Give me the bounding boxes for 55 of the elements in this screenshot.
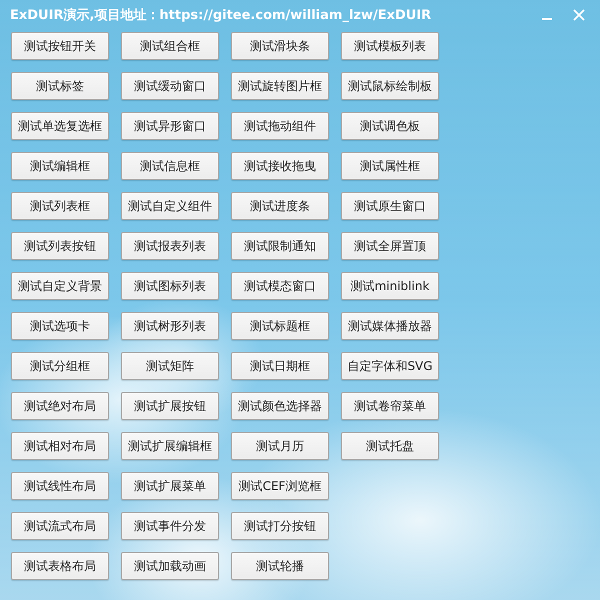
demo-button[interactable]: 测试流式布局 [11, 512, 109, 540]
demo-button[interactable]: 测试标签 [11, 72, 109, 100]
demo-button[interactable]: 测试自定义组件 [121, 192, 219, 220]
demo-button[interactable]: 测试选项卡 [11, 312, 109, 340]
window-title: ExDUIR演示,项目地址：https://gitee.com/william_lzw/ExDUIR [10, 6, 432, 24]
demo-button[interactable]: 测试接收拖曳 [231, 152, 329, 180]
demo-button[interactable]: 测试表格布局 [11, 552, 109, 580]
demo-button[interactable]: 测试事件分发 [121, 512, 219, 540]
demo-button[interactable]: 自定字体和SVG [341, 352, 439, 380]
demo-button[interactable]: 测试编辑框 [11, 152, 109, 180]
demo-button[interactable]: 测试信息框 [121, 152, 219, 180]
demo-button[interactable]: 测试图标列表 [121, 272, 219, 300]
demo-button[interactable]: 测试加载动画 [121, 552, 219, 580]
demo-button[interactable]: 测试颜色选择器 [231, 392, 329, 420]
demo-button[interactable]: 测试属性框 [341, 152, 439, 180]
demo-button[interactable]: 测试卷帘菜单 [341, 392, 439, 420]
demo-button[interactable]: 测试列表按钮 [11, 232, 109, 260]
demo-button[interactable]: 测试列表框 [11, 192, 109, 220]
demo-button[interactable]: 测试标题框 [231, 312, 329, 340]
demo-button[interactable]: 测试原生窗口 [341, 192, 439, 220]
demo-button[interactable]: 测试miniblink [341, 272, 439, 300]
demo-button[interactable]: 测试分组框 [11, 352, 109, 380]
demo-button[interactable]: 测试拖动组件 [231, 112, 329, 140]
demo-button[interactable]: 测试树形列表 [121, 312, 219, 340]
demo-button[interactable]: 测试扩展按钮 [121, 392, 219, 420]
demo-button[interactable]: 测试模态窗口 [231, 272, 329, 300]
demo-button[interactable]: 测试媒体播放器 [341, 312, 439, 340]
demo-button[interactable]: 测试旋转图片框 [231, 72, 329, 100]
demo-button[interactable]: 测试模板列表 [341, 32, 439, 60]
demo-button[interactable]: 测试日期框 [231, 352, 329, 380]
demo-button[interactable]: 测试打分按钮 [231, 512, 329, 540]
demo-button[interactable]: 测试滑块条 [231, 32, 329, 60]
close-icon[interactable] [572, 8, 586, 22]
demo-button[interactable]: 测试自定义背景 [11, 272, 109, 300]
demo-button[interactable]: 测试扩展编辑框 [121, 432, 219, 460]
demo-button[interactable]: 测试托盘 [341, 432, 439, 460]
demo-button[interactable]: 测试绝对布局 [11, 392, 109, 420]
demo-button[interactable]: 测试调色板 [341, 112, 439, 140]
demo-button[interactable]: 测试扩展菜单 [121, 472, 219, 500]
demo-button[interactable]: 测试全屏置顶 [341, 232, 439, 260]
demo-button[interactable]: 测试线性布局 [11, 472, 109, 500]
demo-button[interactable]: 测试CEF浏览框 [231, 472, 329, 500]
demo-button[interactable]: 测试报表列表 [121, 232, 219, 260]
demo-button[interactable]: 测试相对布局 [11, 432, 109, 460]
demo-button[interactable]: 测试异形窗口 [121, 112, 219, 140]
demo-button[interactable]: 测试矩阵 [121, 352, 219, 380]
demo-button[interactable]: 测试按钮开关 [11, 32, 109, 60]
demo-button[interactable]: 测试鼠标绘制板 [341, 72, 439, 100]
demo-button[interactable]: 测试轮播 [231, 552, 329, 580]
demo-button[interactable]: 测试进度条 [231, 192, 329, 220]
demo-button[interactable]: 测试缓动窗口 [121, 72, 219, 100]
demo-button[interactable]: 测试组合框 [121, 32, 219, 60]
demo-button[interactable]: 测试月历 [231, 432, 329, 460]
demo-button[interactable]: 测试单选复选框 [11, 112, 109, 140]
demo-button[interactable]: 测试限制通知 [231, 232, 329, 260]
